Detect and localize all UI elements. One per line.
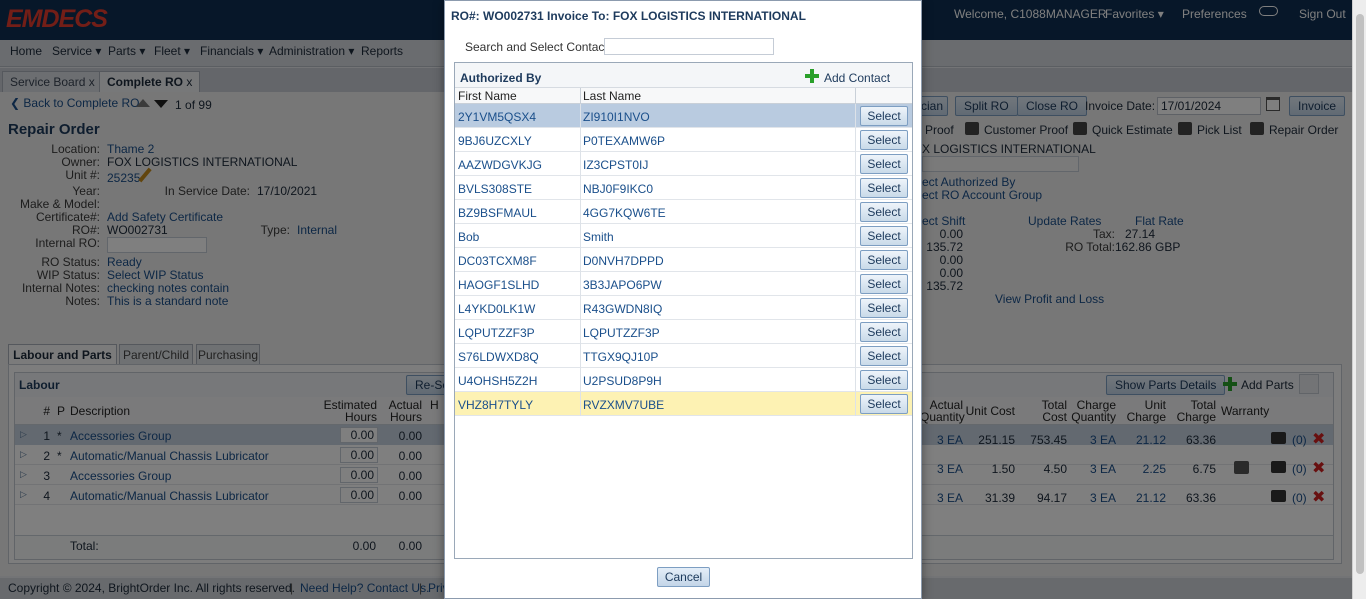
first-name-header[interactable]: First Name: [458, 89, 517, 103]
contact-last-name: U2PSUD8P9H: [583, 374, 662, 388]
column-divider: [855, 368, 856, 392]
select-contact-button[interactable]: Select: [860, 154, 908, 174]
contact-row[interactable]: S76LDWXD8Q TTGX9QJ10P Select: [455, 344, 912, 368]
column-divider: [580, 368, 581, 392]
column-divider: [580, 392, 581, 416]
column-divider: [855, 248, 856, 272]
column-divider: [855, 344, 856, 368]
contact-last-name: ZI910I1NVO: [583, 110, 650, 124]
column-divider: [855, 224, 856, 248]
column-divider: [580, 272, 581, 296]
column-divider: [580, 344, 581, 368]
column-divider: [855, 128, 856, 152]
contact-row[interactable]: LQPUTZZF3P LQPUTZZF3P Select: [455, 320, 912, 344]
select-contact-button[interactable]: Select: [860, 394, 908, 414]
column-divider: [580, 176, 581, 200]
contact-last-name: P0TEXAMW6P: [583, 134, 666, 148]
contact-first-name: LQPUTZZF3P: [458, 326, 535, 340]
column-divider: [580, 152, 581, 176]
column-divider: [855, 320, 856, 344]
contacts-panel-header: Authorized By Add Contact: [455, 63, 912, 88]
select-contact-button[interactable]: Select: [860, 178, 908, 198]
contact-first-name: S76LDWXD8Q: [458, 350, 539, 364]
contact-last-name: D0NVH7DPPD: [583, 254, 664, 268]
select-contact-button[interactable]: Select: [860, 370, 908, 390]
column-divider: [855, 152, 856, 176]
column-divider: [855, 272, 856, 296]
contact-last-name: 3B3JAPO6PW: [583, 278, 662, 292]
contact-last-name: TTGX9QJ10P: [583, 350, 659, 364]
contact-first-name: U4OHSH5Z2H: [458, 374, 538, 388]
column-divider: [855, 392, 856, 416]
column-divider: [580, 128, 581, 152]
column-divider: [855, 200, 856, 224]
column-divider: [580, 200, 581, 224]
column-divider: [855, 104, 856, 128]
column-divider: [855, 176, 856, 200]
select-contact-button[interactable]: Select: [860, 322, 908, 342]
select-contact-button[interactable]: Select: [860, 346, 908, 366]
contact-row[interactable]: DC03TCXM8F D0NVH7DPPD Select: [455, 248, 912, 272]
last-name-header[interactable]: Last Name: [583, 89, 641, 103]
column-divider: [855, 296, 856, 320]
contact-first-name: HAOGF1SLHD: [458, 278, 540, 292]
contact-row[interactable]: 9BJ6UZCXLY P0TEXAMW6P Select: [455, 128, 912, 152]
contact-last-name: RVZXMV7UBE: [583, 398, 665, 412]
contact-first-name: L4YKD0LK1W: [458, 302, 536, 316]
contacts-column-header: First Name Last Name: [455, 88, 912, 104]
select-contact-button[interactable]: Select: [860, 106, 908, 126]
contact-row[interactable]: BZ9BSFMAUL 4GG7KQW6TE Select: [455, 200, 912, 224]
authorized-by-dialog: RO#: WO002731 Invoice To: FOX LOGISTICS …: [444, 0, 922, 599]
contact-first-name: BVLS308STE: [458, 182, 533, 196]
contact-row[interactable]: 2Y1VM5QSX4 ZI910I1NVO Select: [455, 104, 912, 128]
contact-first-name: DC03TCXM8F: [458, 254, 537, 268]
contact-row[interactable]: AAZWDGVKJG IZ3CPST0IJ Select: [455, 152, 912, 176]
column-divider: [580, 296, 581, 320]
column-divider: [580, 320, 581, 344]
contact-last-name: IZ3CPST0IJ: [583, 158, 649, 172]
contact-first-name: VHZ8H7TYLY: [458, 398, 534, 412]
page-scrollbar[interactable]: [1352, 0, 1366, 599]
select-contact-button[interactable]: Select: [860, 250, 908, 270]
column-divider: [855, 88, 856, 104]
scrollbar-thumb[interactable]: [1356, 14, 1364, 574]
contact-row[interactable]: U4OHSH5Z2H U2PSUD8P9H Select: [455, 368, 912, 392]
contact-row[interactable]: BVLS308STE NBJ0F9IKC0 Select: [455, 176, 912, 200]
contact-first-name: 2Y1VM5QSX4: [458, 110, 537, 124]
contact-last-name: LQPUTZZF3P: [583, 326, 660, 340]
authorized-by-title: Authorized By: [460, 71, 542, 85]
contact-first-name: AAZWDGVKJG: [458, 158, 543, 172]
select-contact-button[interactable]: Select: [860, 226, 908, 246]
contact-row[interactable]: L4YKD0LK1W R43GWDN8IQ Select: [455, 296, 912, 320]
contact-last-name: R43GWDN8IQ: [583, 302, 663, 316]
contact-row[interactable]: Bob Smith Select: [455, 224, 912, 248]
contact-first-name: BZ9BSFMAUL: [458, 206, 537, 220]
contact-row[interactable]: HAOGF1SLHD 3B3JAPO6PW Select: [455, 272, 912, 296]
column-divider: [580, 224, 581, 248]
contact-first-name: Bob: [458, 230, 480, 244]
select-contact-button[interactable]: Select: [860, 298, 908, 318]
column-divider: [580, 248, 581, 272]
search-contact-input[interactable]: [604, 38, 774, 55]
select-contact-button[interactable]: Select: [860, 274, 908, 294]
contact-first-name: 9BJ6UZCXLY: [458, 134, 532, 148]
select-contact-button[interactable]: Select: [860, 130, 908, 150]
add-icon: [805, 69, 819, 83]
column-divider: [580, 88, 581, 104]
contacts-panel: Authorized By Add Contact First Name Las…: [454, 62, 913, 559]
contact-last-name: NBJ0F9IKC0: [583, 182, 654, 196]
contact-row[interactable]: VHZ8H7TYLY RVZXMV7UBE Select: [455, 392, 912, 416]
dialog-title: RO#: WO002731 Invoice To: FOX LOGISTICS …: [451, 9, 806, 23]
select-contact-button[interactable]: Select: [860, 202, 908, 222]
search-contact-label: Search and Select Contact:: [465, 40, 612, 54]
contact-last-name: Smith: [583, 230, 614, 244]
column-divider: [580, 104, 581, 128]
cancel-button[interactable]: Cancel: [657, 567, 710, 587]
contact-last-name: 4GG7KQW6TE: [583, 206, 666, 220]
add-contact-label: Add Contact: [824, 71, 891, 85]
